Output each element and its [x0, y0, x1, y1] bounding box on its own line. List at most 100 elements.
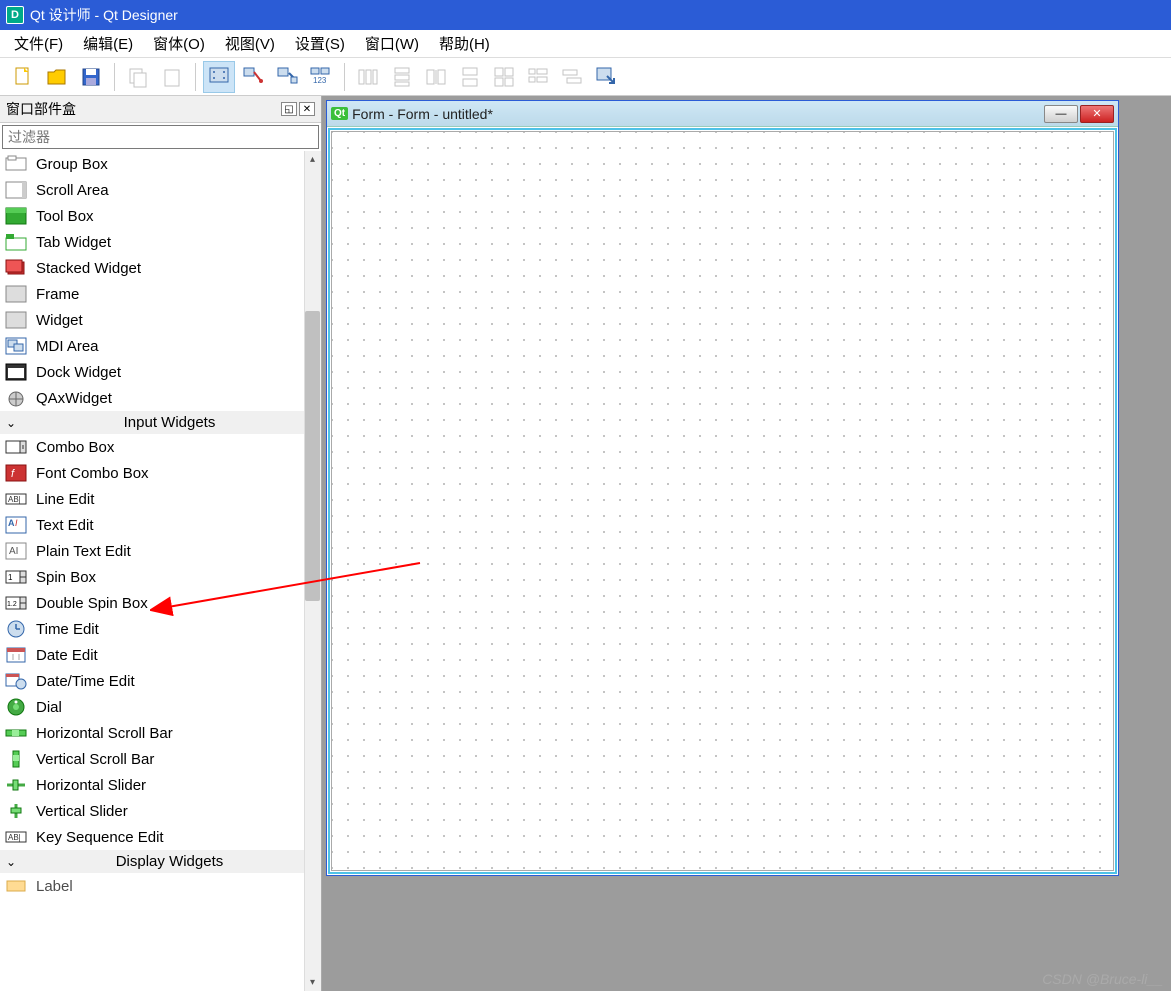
minimize-button[interactable]: —	[1044, 105, 1078, 123]
filter-input[interactable]	[2, 125, 319, 149]
widget-item-time[interactable]: Time Edit	[0, 616, 321, 642]
widget-item-vscroll[interactable]: Vertical Scroll Bar	[0, 746, 321, 772]
toolbar-sep-1	[114, 63, 115, 91]
menu-window[interactable]: 窗口(W)	[355, 30, 429, 57]
widget-item-datetime[interactable]: Date/Time Edit	[0, 668, 321, 694]
widget-item-toolbox[interactable]: Tool Box	[0, 203, 321, 229]
menu-settings[interactable]: 设置(S)	[285, 30, 355, 57]
menu-help[interactable]: 帮助(H)	[429, 30, 500, 57]
buddies-button[interactable]	[271, 61, 303, 93]
keyseq-icon: AB|	[4, 828, 28, 846]
widget-item-label: Tool Box	[36, 208, 94, 225]
tabwidget-icon	[4, 233, 28, 251]
widget-item-label: Horizontal Scroll Bar	[36, 725, 173, 742]
widget-item-hscroll[interactable]: Horizontal Scroll Bar	[0, 720, 321, 746]
widget-item-frame[interactable]: Frame	[0, 281, 321, 307]
app-icon: D	[6, 6, 24, 24]
widget-item-label: Line Edit	[36, 491, 94, 508]
menu-file[interactable]: 文件(F)	[4, 30, 73, 57]
widget-item-label: MDI Area	[36, 338, 99, 355]
layout-v-button[interactable]	[386, 61, 418, 93]
widget-item-label: Scroll Area	[36, 182, 109, 199]
form-window[interactable]: Qt Form - Form - untitled* — ✕	[326, 100, 1119, 876]
widget-item-spin[interactable]: 1 Spin Box	[0, 564, 321, 590]
widget-item-date[interactable]: Date Edit	[0, 642, 321, 668]
widget-item-combo[interactable]: Combo Box	[0, 434, 321, 460]
dock-float-button[interactable]: ◱	[281, 102, 297, 116]
layout-vsplit-button[interactable]	[454, 61, 486, 93]
main-area: 窗口部件盒 ◱ ✕ Group Box Scroll Area Tool Box Ta…	[0, 96, 1171, 991]
vslider-icon	[4, 802, 28, 820]
widget-item-hslider[interactable]: Horizontal Slider	[0, 772, 321, 798]
open-file-button[interactable]	[41, 61, 73, 93]
widget-item-label: Font Combo Box	[36, 465, 149, 482]
menu-form[interactable]: 窗体(O)	[143, 30, 215, 57]
widget-icon	[4, 311, 28, 329]
groupbox-icon	[4, 155, 28, 173]
scrollbar[interactable]: ▴ ▾	[304, 151, 321, 991]
widget-item-plaintext[interactable]: AIPlain Text Edit	[0, 538, 321, 564]
layout-form-button[interactable]	[522, 61, 554, 93]
qax-icon	[4, 389, 28, 407]
break-layout-button[interactable]	[556, 61, 588, 93]
scroll-up-icon[interactable]: ▴	[304, 151, 321, 168]
form-canvas[interactable]	[331, 131, 1114, 871]
copy-button[interactable]	[122, 61, 154, 93]
save-button[interactable]	[75, 61, 107, 93]
widget-item-vslider[interactable]: Vertical Slider	[0, 798, 321, 824]
dock-title: 窗口部件盒 ◱ ✕	[0, 96, 321, 123]
app-titlebar: D Qt 设计师 - Qt Designer	[0, 0, 1171, 30]
widget-item-label: Stacked Widget	[36, 260, 141, 277]
paste-button[interactable]	[156, 61, 188, 93]
adjust-size-button[interactable]	[590, 61, 622, 93]
layout-grid-button[interactable]	[488, 61, 520, 93]
design-canvas[interactable]: Qt Form - Form - untitled* — ✕	[322, 96, 1171, 991]
widget-item-fontcombo[interactable]: fFont Combo Box	[0, 460, 321, 486]
widget-item-label[interactable]: Label	[0, 873, 321, 899]
close-button[interactable]: ✕	[1080, 105, 1114, 123]
dock-close-button[interactable]: ✕	[299, 102, 315, 116]
widget-item-textedit[interactable]: AIText Edit	[0, 512, 321, 538]
widget-item-widget[interactable]: Widget	[0, 307, 321, 333]
new-file-button[interactable]	[7, 61, 39, 93]
scrollbar-thumb[interactable]	[305, 311, 320, 601]
svg-text:A: A	[8, 518, 15, 528]
widget-item-lineedit[interactable]: AB| Line Edit	[0, 486, 321, 512]
widget-item-label: Vertical Scroll Bar	[36, 751, 154, 768]
widget-list[interactable]: Group Box Scroll Area Tool Box Tab Widget St…	[0, 151, 321, 991]
edit-widgets-button[interactable]	[203, 61, 235, 93]
category-display-widgets[interactable]: ⌄Display Widgets	[0, 850, 321, 873]
date-icon	[4, 646, 28, 664]
scroll-down-icon[interactable]: ▾	[304, 974, 321, 991]
layout-hsplit-button[interactable]	[420, 61, 452, 93]
widget-item-mdi[interactable]: MDI Area	[0, 333, 321, 359]
widget-item-tabwidget[interactable]: Tab Widget	[0, 229, 321, 255]
widget-item-stacked[interactable]: Stacked Widget	[0, 255, 321, 281]
signals-slots-button[interactable]	[237, 61, 269, 93]
widget-item-dock[interactable]: Dock Widget	[0, 359, 321, 385]
layout-h-button[interactable]	[352, 61, 384, 93]
svg-text:AB|: AB|	[8, 833, 21, 842]
widget-item-qax[interactable]: QAxWidget	[0, 385, 321, 411]
form-titlebar[interactable]: Qt Form - Form - untitled* — ✕	[327, 101, 1118, 127]
scrollarea-icon	[4, 181, 28, 199]
tab-order-button[interactable]: 123	[305, 61, 337, 93]
widget-item-label: Spin Box	[36, 569, 96, 586]
widget-item-keyseq[interactable]: AB|Key Sequence Edit	[0, 824, 321, 850]
menu-view[interactable]: 视图(V)	[215, 30, 285, 57]
widget-item-dial[interactable]: Dial	[0, 694, 321, 720]
svg-text:1: 1	[8, 573, 13, 582]
category-input-widgets[interactable]: ⌄Input Widgets	[0, 411, 321, 434]
widget-item-scrollarea[interactable]: Scroll Area	[0, 177, 321, 203]
widget-item-groupbox[interactable]: Group Box	[0, 151, 321, 177]
dock-title-label: 窗口部件盒	[6, 99, 76, 119]
menu-edit[interactable]: 编辑(E)	[73, 30, 143, 57]
category-label: Display Widgets	[20, 853, 319, 870]
lineedit-icon: AB|	[4, 490, 28, 508]
hslider-icon	[4, 776, 28, 794]
widget-item-label: Horizontal Slider	[36, 777, 146, 794]
qt-icon: Qt	[331, 107, 348, 120]
widget-item-dspin[interactable]: 1.2Double Spin Box	[0, 590, 321, 616]
widget-item-label: Double Spin Box	[36, 595, 148, 612]
stacked-icon	[4, 259, 28, 277]
